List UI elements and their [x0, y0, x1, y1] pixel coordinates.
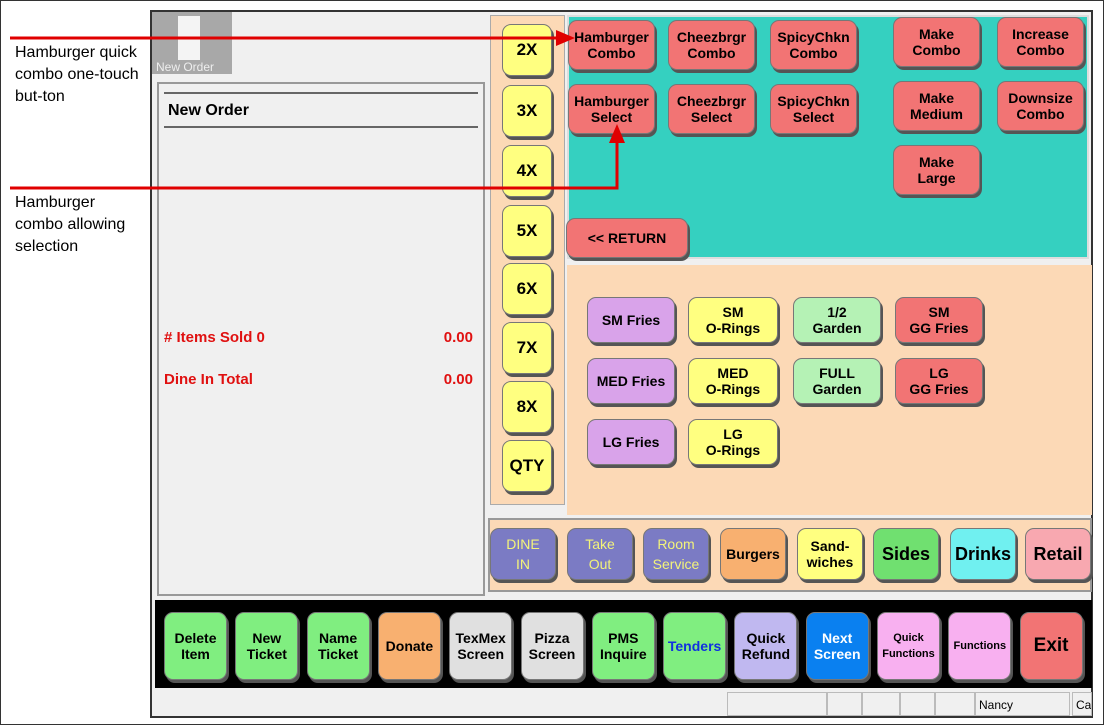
arrow-head-combo: [556, 30, 575, 46]
arrow-line-select: [10, 140, 619, 190]
annotation-arrows: [10, 30, 625, 190]
arrow-head-select: [609, 124, 625, 143]
